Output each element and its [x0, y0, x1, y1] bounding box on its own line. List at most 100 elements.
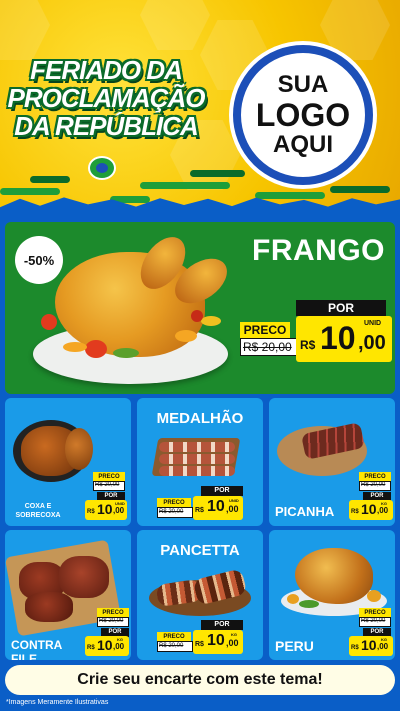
price-tag: POR PRECO R$ 20,00 R$ 10 ,00 UNID — [157, 486, 261, 524]
new-price-box: R$ 10 ,00 UNID — [193, 496, 243, 520]
price-whole: 10 — [361, 501, 377, 517]
product-name-line: COXA E — [24, 503, 52, 510]
price-cents: ,00 — [226, 638, 239, 648]
price-cents: ,00 — [377, 506, 389, 515]
tomato-garnish — [41, 314, 57, 330]
price-unit: KG — [381, 501, 387, 506]
price-cents: ,00 — [113, 506, 125, 515]
por-label: POR — [296, 300, 386, 316]
product-name: CONTRA FILE — [11, 638, 87, 660]
header-banner: FERIADO DA PROCLAMAÇÃO DA REPÚBLICA SUA … — [0, 0, 400, 215]
price-cents: ,00 — [358, 332, 386, 354]
price-unit: UNID — [364, 320, 382, 327]
decorative-stripe — [0, 188, 60, 195]
orange-garnish — [287, 594, 299, 604]
price-whole: 10 — [207, 632, 225, 649]
product-card-pancetta: PANCETTA POR PRECO R$ 20,00 R$ 10 ,00 KG — [137, 530, 263, 660]
chicken-drumstick-image — [65, 428, 93, 470]
product-card-contra-file: CONTRA FILE PRECO R$ 20,00 POR R$ 10 ,00… — [5, 530, 131, 660]
product-card-picanha: PICANHA PRECO R$ 20,00 POR R$ 10 ,00 KG — [269, 398, 395, 526]
preco-label: PRECO — [240, 322, 290, 338]
new-price-box: R$ 10 ,00 KG — [349, 500, 393, 520]
event-title: FERIADO DA PROCLAMAÇÃO DA REPÚBLICA — [6, 56, 206, 140]
price-tag: PRECO R$ 20,00 POR R$ 10 ,00 KG — [83, 608, 131, 660]
decorative-stripe — [190, 170, 245, 177]
old-price: R$ 20,00 — [243, 340, 292, 354]
old-price-box: R$ 20,00 — [240, 338, 298, 356]
price-unit: KG — [231, 632, 237, 637]
roast-turkey-image — [295, 548, 373, 604]
orange-garnish — [367, 590, 381, 602]
new-price-box: R$ 10 ,00 KG — [193, 630, 243, 654]
new-price-box: R$ 10 ,00 UNID — [296, 316, 392, 362]
old-price: R$ 20,00 — [99, 618, 124, 624]
hex-pattern — [140, 0, 210, 50]
product-name: PANCETTA — [137, 542, 263, 559]
product-name: PERU — [275, 638, 335, 654]
price-tag: POR PRECO R$ 20,00 R$ 10 ,00 KG — [157, 620, 261, 658]
old-price-box: R$ 20,00 — [97, 617, 129, 627]
price-whole: 10 — [361, 637, 377, 653]
price-tag: PRECO R$ 20,00 POR R$ 10 ,00 UNID — [71, 472, 129, 524]
currency-symbol: R$ — [87, 645, 95, 651]
potato-garnish — [175, 330, 197, 342]
old-price-box: R$ 20,00 — [359, 481, 391, 491]
logo-placeholder: SUA LOGO AQUI — [233, 45, 373, 185]
price-whole: 10 — [320, 320, 356, 356]
old-price-box: R$ 20,00 — [157, 507, 193, 518]
discount-badge: -50% — [15, 236, 63, 284]
product-card-medalhao: MEDALHÃO POR PRECO R$ 20,00 R$ 10 ,00 UN… — [137, 398, 263, 526]
product-name-line: PANCETTA — [160, 542, 240, 559]
cta-banner[interactable]: Crie seu encarte com este tema! — [5, 665, 395, 695]
medalhao-skewer-image — [159, 442, 235, 452]
decorative-stripe — [255, 192, 325, 199]
featured-price-tag: POR PRECO R$ 20,00 R$ 10 ,00 UNID — [236, 300, 395, 366]
potato-garnish — [63, 342, 87, 352]
logo-text: LOGO — [255, 97, 351, 133]
old-price: R$ 20,00 — [159, 509, 184, 515]
price-cents: ,00 — [113, 642, 125, 651]
tomato-garnish — [85, 340, 107, 358]
product-name-line: MEDALHÃO — [156, 410, 244, 427]
herb-garnish — [113, 348, 139, 358]
currency-symbol: R$ — [195, 507, 204, 514]
tomato-garnish — [191, 310, 203, 322]
currency-symbol: R$ — [351, 509, 359, 515]
featured-product-name: FRANGO — [252, 234, 385, 267]
product-name: MEDALHÃO — [137, 410, 263, 427]
old-price: R$ 20,00 — [361, 618, 386, 624]
new-price-box: R$ 10 ,00 KG — [349, 636, 393, 656]
logo-text: SUA — [277, 71, 329, 98]
por-label: POR — [201, 486, 243, 496]
old-price: R$ 20,00 — [159, 643, 184, 649]
old-price-box: R$ 20,00 — [93, 481, 125, 491]
old-price-box: R$ 20,00 — [157, 641, 193, 652]
hex-pattern — [0, 0, 50, 60]
price-cents: ,00 — [377, 642, 389, 651]
old-price: R$ 20,00 — [95, 482, 120, 488]
price-whole: 10 — [97, 637, 113, 653]
currency-symbol: R$ — [87, 509, 95, 515]
medalhao-skewer-image — [159, 454, 235, 464]
herb-garnish — [299, 600, 319, 608]
medalhao-skewer-image — [159, 466, 235, 476]
currency-symbol: R$ — [195, 641, 204, 648]
product-name-line: CONTRA FILE — [11, 638, 62, 660]
event-title-line: DA REPÚBLICA — [14, 111, 198, 141]
steak-image — [25, 592, 73, 622]
price-unit: UNID — [115, 501, 125, 506]
product-card-coxa: COXA E SOBRECOXA PRECO R$ 20,00 POR R$ 1… — [5, 398, 131, 526]
currency-symbol: R$ — [351, 645, 359, 651]
price-cents: ,00 — [226, 504, 239, 514]
logo-text: AQUI — [273, 131, 333, 158]
price-whole: 10 — [97, 501, 113, 517]
decorative-stripe — [330, 186, 390, 193]
price-whole: 10 — [207, 498, 225, 515]
new-price-box: R$ 10 ,00 KG — [85, 636, 129, 656]
decorative-stripe — [140, 182, 230, 189]
price-unit: KG — [381, 637, 387, 642]
product-name-line: PICANHA — [275, 504, 335, 519]
event-title-line: PROCLAMAÇÃO — [7, 83, 206, 113]
price-unit: UNID — [229, 498, 239, 503]
product-name: COXA E SOBRECOXA — [13, 502, 63, 520]
